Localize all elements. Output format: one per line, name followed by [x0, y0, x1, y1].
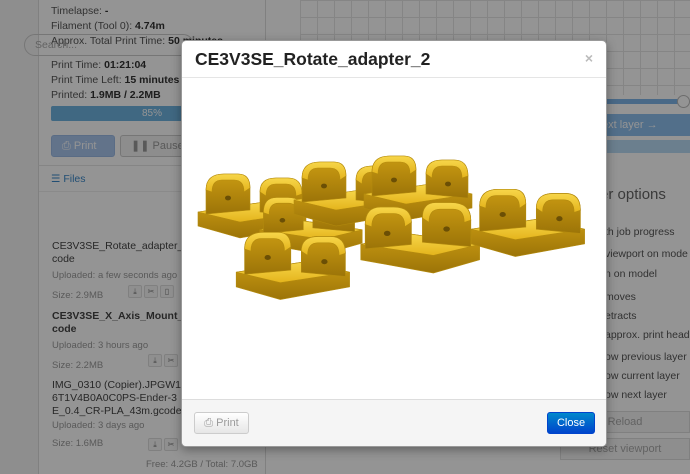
screw-hole — [445, 181, 451, 187]
screw-hole — [321, 259, 328, 265]
modal-header: CE3V3SE_Rotate_adapter_2 × — [182, 41, 606, 78]
modal-title: CE3V3SE_Rotate_adapter_2 — [195, 49, 431, 69]
model-preview — [182, 78, 606, 399]
close-icon[interactable]: × — [585, 50, 593, 66]
parts-render — [197, 155, 585, 300]
modal-footer: ⎙ Print Close — [182, 399, 606, 446]
modal-print-button[interactable]: ⎙ Print — [194, 412, 249, 434]
screw-hole — [391, 177, 397, 183]
screw-hole — [383, 230, 391, 237]
screw-hole — [279, 218, 286, 223]
screw-hole — [499, 211, 506, 218]
screw-hole — [264, 254, 271, 261]
screw-hole — [321, 183, 327, 189]
printer-icon: ⎙ — [204, 417, 214, 429]
preview-modal: CE3V3SE_Rotate_adapter_2 × ⎙ Print Close — [181, 40, 607, 447]
screw-hole — [556, 216, 563, 222]
screw-hole — [443, 226, 450, 232]
modal-close-button[interactable]: Close — [547, 412, 595, 434]
screw-hole — [225, 195, 231, 201]
adapter-part — [470, 188, 585, 257]
